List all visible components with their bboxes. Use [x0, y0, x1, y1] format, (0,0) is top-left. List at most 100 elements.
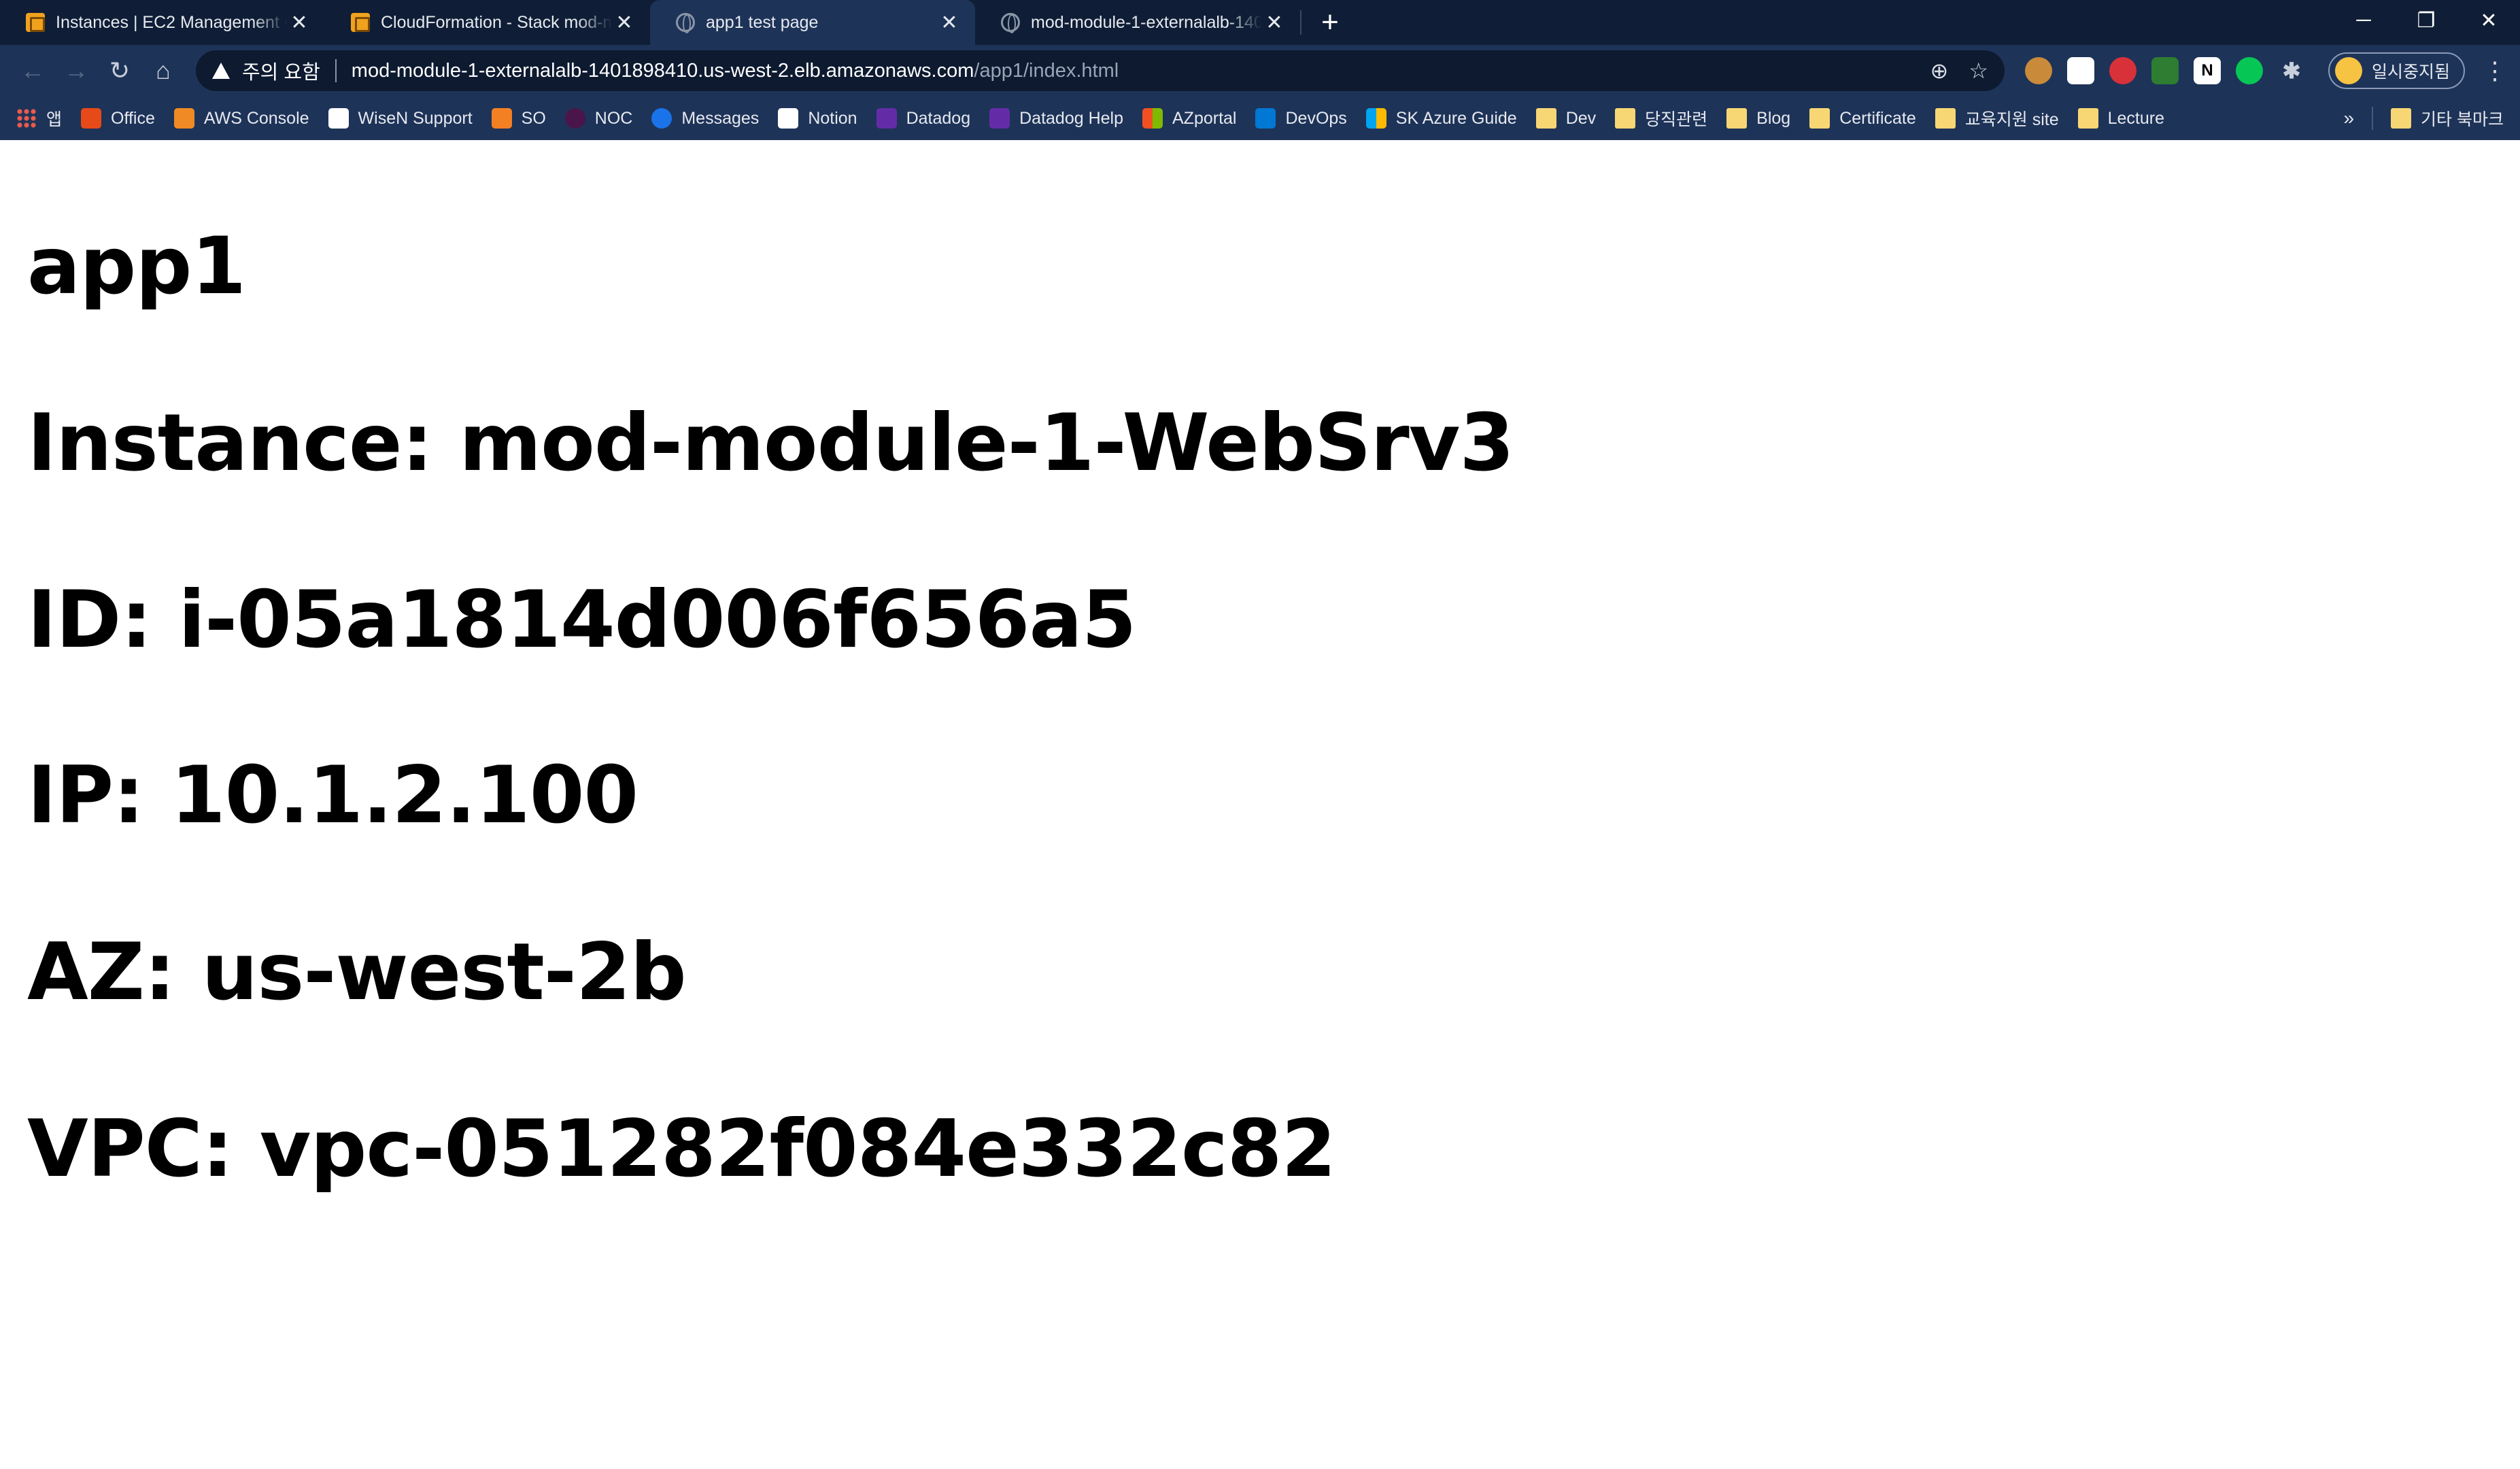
- window-controls: ─ ❐ ✕: [2332, 0, 2520, 41]
- bookmark-notion[interactable]: Notion: [778, 108, 857, 129]
- bookmark-sk-azure-guide[interactable]: SK Azure Guide: [1365, 108, 1517, 129]
- line-extension-icon[interactable]: [2236, 57, 2263, 84]
- bookmark-label: Datadog Help: [1019, 108, 1123, 128]
- home-button[interactable]: ⌂: [141, 49, 185, 92]
- microsoft-icon: [1365, 108, 1386, 129]
- tab-strip: Instances | EC2 Management Console ✕ Clo…: [0, 0, 2520, 45]
- star-icon[interactable]: ☆: [1969, 58, 1988, 84]
- bookmark-label: DevOps: [1285, 108, 1347, 128]
- close-icon[interactable]: ✕: [1262, 10, 1287, 35]
- forward-button[interactable]: →: [54, 49, 98, 92]
- bookmark-folder-dev[interactable]: Dev: [1535, 108, 1597, 129]
- bookmarks-divider: [2372, 107, 2374, 130]
- close-window-button[interactable]: ✕: [2457, 0, 2520, 41]
- bookmark-label: SK Azure Guide: [1395, 108, 1517, 128]
- globe-icon: [1001, 13, 1020, 33]
- bookmark-label: Notion: [808, 108, 857, 128]
- restore-button[interactable]: ❐: [2395, 0, 2457, 41]
- bookmark-label: WiseN Support: [358, 108, 473, 128]
- tab-title: Instances | EC2 Management Console: [56, 12, 287, 32]
- bookmark-folder-blog[interactable]: Blog: [1726, 108, 1790, 129]
- app-heading: app1: [27, 220, 246, 312]
- bookmark-label: Blog: [1756, 108, 1791, 128]
- qr-code-extension-icon[interactable]: [2067, 57, 2094, 84]
- bookmark-label: Messages: [681, 108, 760, 128]
- extension-icons: N ✱: [2025, 57, 2305, 84]
- aws-icon: [173, 108, 194, 129]
- page-content: app1 Instance: mod-module-1-WebSrv3 ID: …: [27, 140, 2493, 1469]
- bookmark-label: Dev: [1565, 108, 1597, 128]
- menu-icon[interactable]: ⋮: [2481, 56, 2508, 85]
- tab-cloudformation[interactable]: CloudFormation - Stack mod-module-1 ✕: [325, 0, 650, 45]
- bookmark-folder-lecture[interactable]: Lecture: [2077, 108, 2165, 129]
- folder-icon: [1615, 108, 1636, 129]
- tab-externalalb[interactable]: mod-module-1-externalalb-1401898410 ✕: [975, 0, 1300, 45]
- notion-extension-icon[interactable]: N: [2194, 57, 2221, 84]
- address-bar[interactable]: 주의 요함 mod-module-1-externalalb-140189841…: [196, 50, 2005, 91]
- bookmark-datadog-help[interactable]: Datadog Help: [989, 108, 1123, 129]
- close-icon[interactable]: ✕: [612, 10, 636, 35]
- bookmark-folder-duty[interactable]: 당직관련: [1615, 106, 1707, 131]
- tab-title: app1 test page: [706, 12, 819, 32]
- aws-box-icon: [26, 13, 45, 32]
- record-extension-icon[interactable]: [2109, 57, 2136, 84]
- bookmark-folder-certificate[interactable]: Certificate: [1809, 108, 1916, 129]
- new-tab-button[interactable]: +: [1310, 0, 1350, 45]
- omnibox-divider: [335, 59, 337, 82]
- bookmark-messages[interactable]: Messages: [651, 108, 759, 129]
- instance-heading: Instance: mod-module-1-WebSrv3: [27, 397, 1514, 489]
- tab-app1-test-page[interactable]: app1 test page ✕: [650, 0, 975, 45]
- close-icon[interactable]: ✕: [287, 10, 311, 35]
- bookmark-noc[interactable]: NOC: [564, 108, 633, 129]
- bookmark-so[interactable]: SO: [491, 108, 546, 129]
- tab-divider: [1300, 10, 1301, 35]
- zoom-icon[interactable]: ⊕: [1930, 58, 1949, 84]
- microsoft-icon: [1142, 108, 1163, 129]
- bookmark-label: SO: [521, 108, 546, 128]
- cookie-extension-icon[interactable]: [2025, 57, 2052, 84]
- bookmark-devops[interactable]: DevOps: [1255, 108, 1347, 129]
- bookmark-label: Certificate: [1839, 108, 1916, 128]
- bookmark-label: 교육지원 site: [1964, 110, 2059, 129]
- close-icon[interactable]: ✕: [937, 10, 961, 35]
- bookmark-azportal[interactable]: AZportal: [1142, 108, 1236, 129]
- reload-button[interactable]: ↻: [98, 49, 141, 92]
- bookmark-aws-console[interactable]: AWS Console: [173, 108, 309, 129]
- profile-button[interactable]: 일시중지됨: [2328, 52, 2466, 89]
- bookmark-label: Lecture: [2107, 108, 2165, 128]
- bookmarks-overflow-button[interactable]: »: [2343, 107, 2354, 129]
- tab-ec2-instances[interactable]: Instances | EC2 Management Console ✕: [0, 0, 325, 45]
- bookmark-datadog[interactable]: Datadog: [876, 108, 970, 129]
- azure-devops-icon: [1255, 108, 1276, 129]
- vpc-heading: VPC: vpc-051282f084e332c82: [27, 1103, 1336, 1195]
- bookmark-folder-education[interactable]: 교육지원 site: [1935, 106, 2059, 131]
- folder-icon: [2391, 108, 2412, 129]
- back-button[interactable]: ←: [11, 49, 54, 92]
- bookmark-wisen-support[interactable]: WiseN Support: [328, 108, 473, 129]
- bookmark-label: AWS Console: [203, 108, 309, 128]
- browser-toolbar: ← → ↻ ⌂ 주의 요함 mod-module-1-externalalb-1…: [0, 45, 2520, 97]
- notion-icon: [778, 108, 799, 129]
- bookmark-label: Office: [111, 108, 155, 128]
- minimize-button[interactable]: ─: [2332, 0, 2395, 41]
- bookmark-apps[interactable]: 앱: [16, 106, 62, 131]
- folder-icon: [1935, 108, 1956, 129]
- warning-icon[interactable]: [212, 63, 230, 79]
- wisen-icon: [328, 108, 349, 129]
- bookmark-office[interactable]: Office: [81, 108, 155, 129]
- bookmark-label: NOC: [594, 108, 633, 128]
- url-host: mod-module-1-externalalb-1401898410.us-w…: [351, 59, 974, 82]
- apps-grid-icon: [16, 108, 37, 129]
- bookmark-label: 앱: [46, 110, 63, 129]
- bookmark-label: 당직관련: [1645, 110, 1708, 129]
- puzzle-extensions-icon[interactable]: ✱: [2278, 57, 2305, 84]
- slack-icon: [564, 108, 585, 129]
- folder-icon: [1726, 108, 1748, 129]
- bookmark-label: AZportal: [1172, 108, 1237, 128]
- security-warning-label[interactable]: 주의 요함: [242, 56, 320, 85]
- green-extension-icon[interactable]: [2151, 57, 2179, 84]
- bookmarks-bar: 앱 Office AWS Console WiseN Support SO NO…: [0, 97, 2520, 140]
- avatar: [2335, 57, 2362, 84]
- url-path: /app1/index.html: [974, 59, 1119, 82]
- bookmark-other-bookmarks[interactable]: 기타 북마크: [2391, 106, 2504, 131]
